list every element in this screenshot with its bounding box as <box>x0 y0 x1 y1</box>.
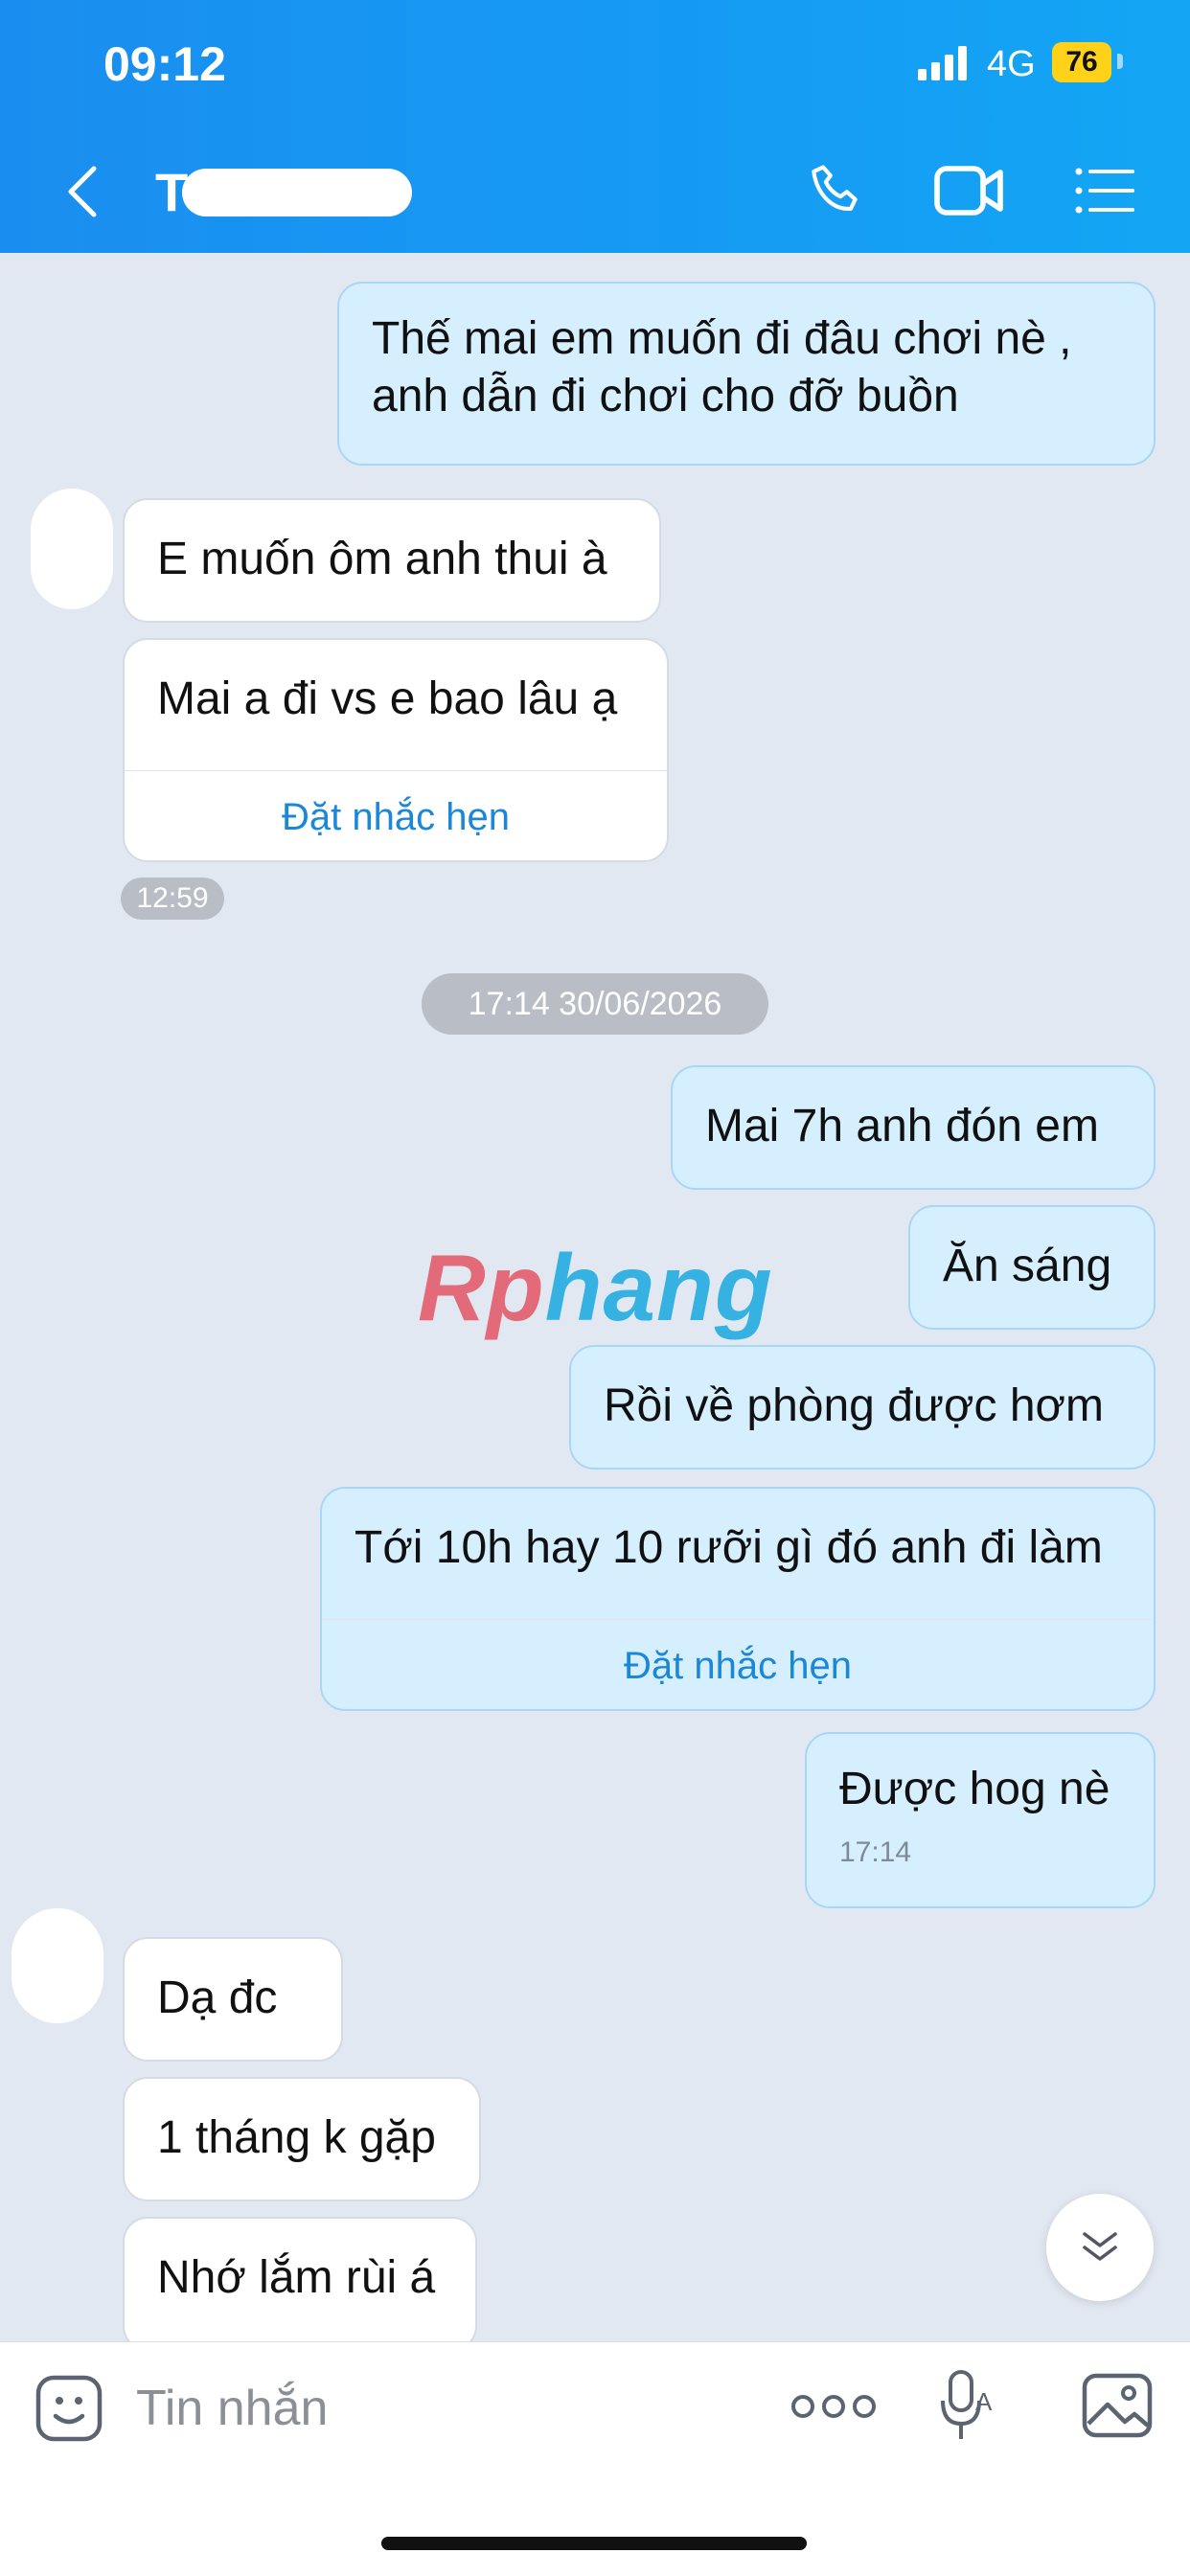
message-text: Ăn sáng <box>943 1241 1112 1291</box>
battery-tip <box>1117 54 1123 69</box>
status-time: 09:12 <box>103 37 226 91</box>
video-call-icon[interactable] <box>933 163 1006 218</box>
message-text: 1 tháng k gặp <box>157 2112 436 2163</box>
voice-to-text-icon[interactable]: A <box>939 2368 996 2445</box>
double-chevron-down-icon <box>1083 2232 1117 2261</box>
network-type: 4G <box>987 44 1036 84</box>
set-reminder-link[interactable]: Đặt nhắc hẹn <box>322 1619 1154 1712</box>
message-text: Rồi về phòng được hơm <box>604 1380 1104 1431</box>
more-options-icon[interactable] <box>790 2391 878 2422</box>
message-bubble-sent[interactable]: Rồi về phòng được hơm <box>569 1345 1156 1470</box>
sticker-icon[interactable] <box>34 2374 103 2443</box>
image-gallery-icon[interactable] <box>1081 2372 1154 2439</box>
date-separator: 17:14 30/06/2026 <box>422 973 768 1035</box>
message-text: E muốn ôm anh thui à <box>157 534 607 584</box>
message-bubble-received[interactable]: Dạ đc <box>123 1937 343 2062</box>
message-bubble-received[interactable]: 1 tháng k gặp <box>123 2077 481 2201</box>
message-time: 12:59 <box>121 878 224 920</box>
home-indicator <box>381 2537 807 2550</box>
message-bubble-sent[interactable]: Thế mai em muốn đi đâu chơi nè , anh dẫn… <box>337 282 1156 466</box>
message-text: Tới 10h hay 10 rưỡi gì đó anh đi làm <box>355 1522 1103 1573</box>
phone-icon[interactable] <box>807 161 866 220</box>
watermark-logo: Rphang <box>418 1235 773 1340</box>
battery-icon: 76 <box>1052 42 1111 82</box>
message-bubble-sent[interactable]: Mai 7h anh đón em <box>671 1065 1156 1190</box>
message-text: Nhớ lắm rùi á <box>157 2252 436 2303</box>
message-bubble-sent[interactable]: Ăn sáng <box>908 1205 1156 1330</box>
svg-text:A: A <box>975 2387 993 2416</box>
message-bubble-received[interactable]: E muốn ôm anh thui à <box>123 498 661 623</box>
redaction-scribble <box>182 169 412 217</box>
message-text: Dạ đc <box>157 1972 278 2023</box>
avatar[interactable] <box>31 489 113 609</box>
message-text: Được hog nè <box>839 1764 1110 1814</box>
message-time: 17:14 <box>839 1836 912 1868</box>
message-bubble-sent[interactable]: Tới 10h hay 10 rưỡi gì đó anh đi làm Đặt… <box>320 1487 1156 1711</box>
scroll-to-bottom-button[interactable] <box>1046 2194 1154 2301</box>
message-bubble-received[interactable]: Mai a đi vs e bao lâu ạ Đặt nhắc hẹn <box>123 638 669 862</box>
message-text: Mai a đi vs e bao lâu ạ <box>157 673 618 724</box>
avatar[interactable] <box>11 1908 103 2023</box>
set-reminder-link[interactable]: Đặt nhắc hẹn <box>125 770 667 863</box>
menu-list-icon[interactable] <box>1075 167 1134 215</box>
message-input[interactable]: Tin nhắn <box>136 2380 328 2437</box>
message-bubble-received[interactable]: Nhớ lắm rùi á <box>123 2217 477 2351</box>
back-icon[interactable] <box>63 165 102 218</box>
message-bubble-sent[interactable]: Được hog nè 17:14 <box>805 1732 1156 1908</box>
signal-icon <box>918 46 967 80</box>
message-text: Thế mai em muốn đi đâu chơi nè , anh dẫn… <box>372 313 1072 422</box>
message-text: Mai 7h anh đón em <box>705 1101 1099 1151</box>
